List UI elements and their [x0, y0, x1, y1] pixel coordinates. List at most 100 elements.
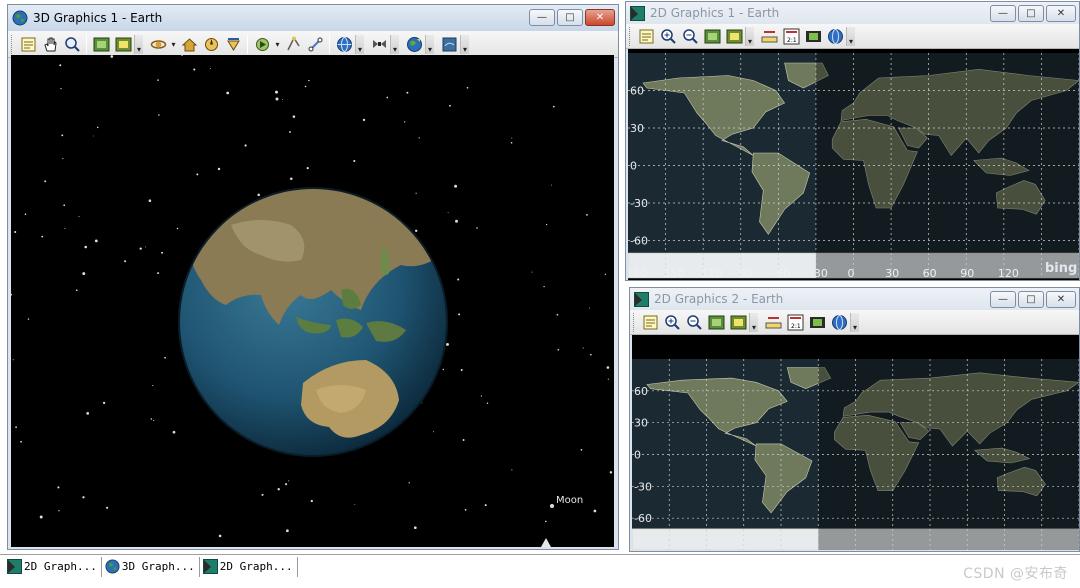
star	[20, 440, 22, 443]
snapshot-icon[interactable]	[724, 26, 744, 46]
aspect-ratio-icon[interactable]: 2:1	[785, 312, 805, 332]
toolbar-overflow-icon[interactable]: ▾	[846, 26, 855, 46]
map-viewport-2[interactable]: 60 30 0 -30 -60	[632, 335, 1079, 550]
taskbar-item-2d-graphics-1[interactable]: 2D Graph...	[4, 556, 102, 577]
globe-viewport[interactable]: Moon	[11, 55, 614, 547]
star	[86, 412, 90, 415]
latitude-label: -30	[634, 480, 652, 493]
globe-manager-icon[interactable]	[825, 26, 845, 46]
star	[609, 471, 613, 474]
zoom-out-icon[interactable]	[684, 312, 704, 332]
toolbar-overflow-icon[interactable]: ▾	[460, 34, 469, 54]
toolbar-grip[interactable]	[11, 34, 14, 54]
toolbar-overflow-icon[interactable]: ▾	[134, 34, 143, 54]
toolbar-grip[interactable]	[633, 312, 636, 332]
title-bar[interactable]: 3D Graphics 1 - Earth — □ ✕	[8, 5, 618, 31]
zoom-in-icon[interactable]	[658, 26, 678, 46]
minimize-button[interactable]: —	[990, 291, 1016, 308]
toolbar-overflow-icon[interactable]: ▾	[850, 312, 859, 332]
taskbar-item-2d-graphics-2[interactable]: 2D Graph...	[200, 556, 298, 577]
star	[150, 418, 153, 420]
close-button[interactable]: ✕	[1046, 291, 1076, 308]
minimize-button[interactable]: —	[529, 9, 555, 26]
scale-icon[interactable]	[763, 312, 783, 332]
window-title: 2D Graphics 2 - Earth	[654, 292, 784, 306]
snapshot-icon[interactable]	[728, 312, 748, 332]
animation-icon[interactable]	[252, 34, 272, 54]
toolbar-overflow-icon[interactable]: ▾	[425, 34, 434, 54]
zoom-in-icon[interactable]	[662, 312, 682, 332]
star	[308, 79, 310, 82]
star	[11, 293, 12, 296]
star	[39, 515, 43, 519]
moon-marker[interactable]	[550, 504, 554, 508]
properties-icon[interactable]	[636, 26, 656, 46]
north-up-icon[interactable]	[201, 34, 221, 54]
window-3d-graphics[interactable]: 3D Graphics 1 - Earth — □ ✕ ▾ ▾ ▾ ▾ ▾ ▾ …	[7, 4, 619, 550]
toolbar-grip[interactable]	[629, 26, 632, 46]
minimize-button[interactable]: —	[990, 5, 1016, 22]
moon-label: Moon	[556, 495, 584, 506]
chevron-down-icon[interactable]: ▾	[169, 40, 178, 49]
maximize-button[interactable]: □	[1018, 5, 1044, 22]
toolbar-overflow-icon[interactable]: ▾	[749, 312, 758, 332]
toolbar-overflow-icon[interactable]: ▾	[390, 34, 399, 54]
map-viewport-1[interactable]: 60 30 0 -30 -60 -180 -150 -120 -90 -60 -30 0 30 60 90 1…	[628, 49, 1079, 280]
star	[484, 504, 487, 507]
zoom-icon[interactable]	[62, 34, 82, 54]
aspect-ratio-icon[interactable]: 2:1	[781, 26, 801, 46]
star	[64, 228, 66, 229]
zoom-to-icon[interactable]	[223, 34, 243, 54]
maximize-button[interactable]: □	[1018, 291, 1044, 308]
snapshot-icon[interactable]	[113, 34, 133, 54]
orbit-view-icon[interactable]	[148, 34, 168, 54]
star	[413, 526, 417, 530]
toolbar-overflow-icon[interactable]: ▾	[355, 34, 364, 54]
chevron-down-icon[interactable]: ▾	[273, 40, 282, 49]
zoom-out-icon[interactable]	[680, 26, 700, 46]
star	[353, 159, 356, 163]
title-bar[interactable]: 2D Graphics 1 - Earth — □ ✕	[626, 2, 1079, 24]
pan-hand-icon[interactable]	[40, 34, 60, 54]
view-frame-icon[interactable]	[702, 26, 722, 46]
star	[153, 420, 155, 422]
maximize-button[interactable]: □	[557, 9, 583, 26]
globe-manager-icon[interactable]	[829, 312, 849, 332]
film-icon[interactable]	[803, 26, 823, 46]
taskbar-item-label: 2D Graph...	[219, 560, 293, 573]
view-frame-icon[interactable]	[91, 34, 111, 54]
longitude-label: -150	[660, 267, 685, 280]
star	[288, 480, 290, 482]
toolbar-2d-2: ▾ 2:1 ▾	[630, 310, 1079, 335]
earth-view-icon[interactable]	[404, 34, 424, 54]
view-frame-icon[interactable]	[706, 312, 726, 332]
close-button[interactable]: ✕	[585, 9, 615, 26]
star	[181, 55, 183, 56]
scale-icon[interactable]	[759, 26, 779, 46]
star	[557, 348, 560, 351]
window-2d-graphics-1[interactable]: 2D Graphics 1 - Earth — □ ✕ ▾ 2:1 ▾ 60 30…	[625, 1, 1080, 281]
measure-icon[interactable]	[305, 34, 325, 54]
film-icon[interactable]	[807, 312, 827, 332]
home-view-icon[interactable]	[179, 34, 199, 54]
satellite-icon[interactable]	[369, 34, 389, 54]
taskbar-item-3d-graphics[interactable]: 3D Graph...	[102, 556, 200, 577]
sun-marker[interactable]	[541, 538, 551, 547]
star	[386, 96, 389, 99]
star	[44, 180, 47, 183]
properties-icon[interactable]	[640, 312, 660, 332]
star	[304, 85, 307, 88]
map-overlay-icon[interactable]	[439, 34, 459, 54]
toolbar-overflow-icon[interactable]: ▾	[745, 26, 754, 46]
star	[607, 378, 609, 380]
globe-manager-icon[interactable]	[334, 34, 354, 54]
properties-icon[interactable]	[18, 34, 38, 54]
latitude-label: 30	[630, 122, 644, 135]
star	[78, 215, 80, 217]
window-2d-graphics-2[interactable]: 2D Graphics 2 - Earth — □ ✕ ▾ 2:1 ▾ 60 30…	[629, 287, 1080, 552]
star	[209, 68, 211, 69]
title-bar[interactable]: 2D Graphics 2 - Earth — □ ✕	[630, 288, 1079, 310]
lighting-icon[interactable]	[283, 34, 303, 54]
close-button[interactable]: ✕	[1046, 5, 1076, 22]
star	[292, 115, 296, 118]
